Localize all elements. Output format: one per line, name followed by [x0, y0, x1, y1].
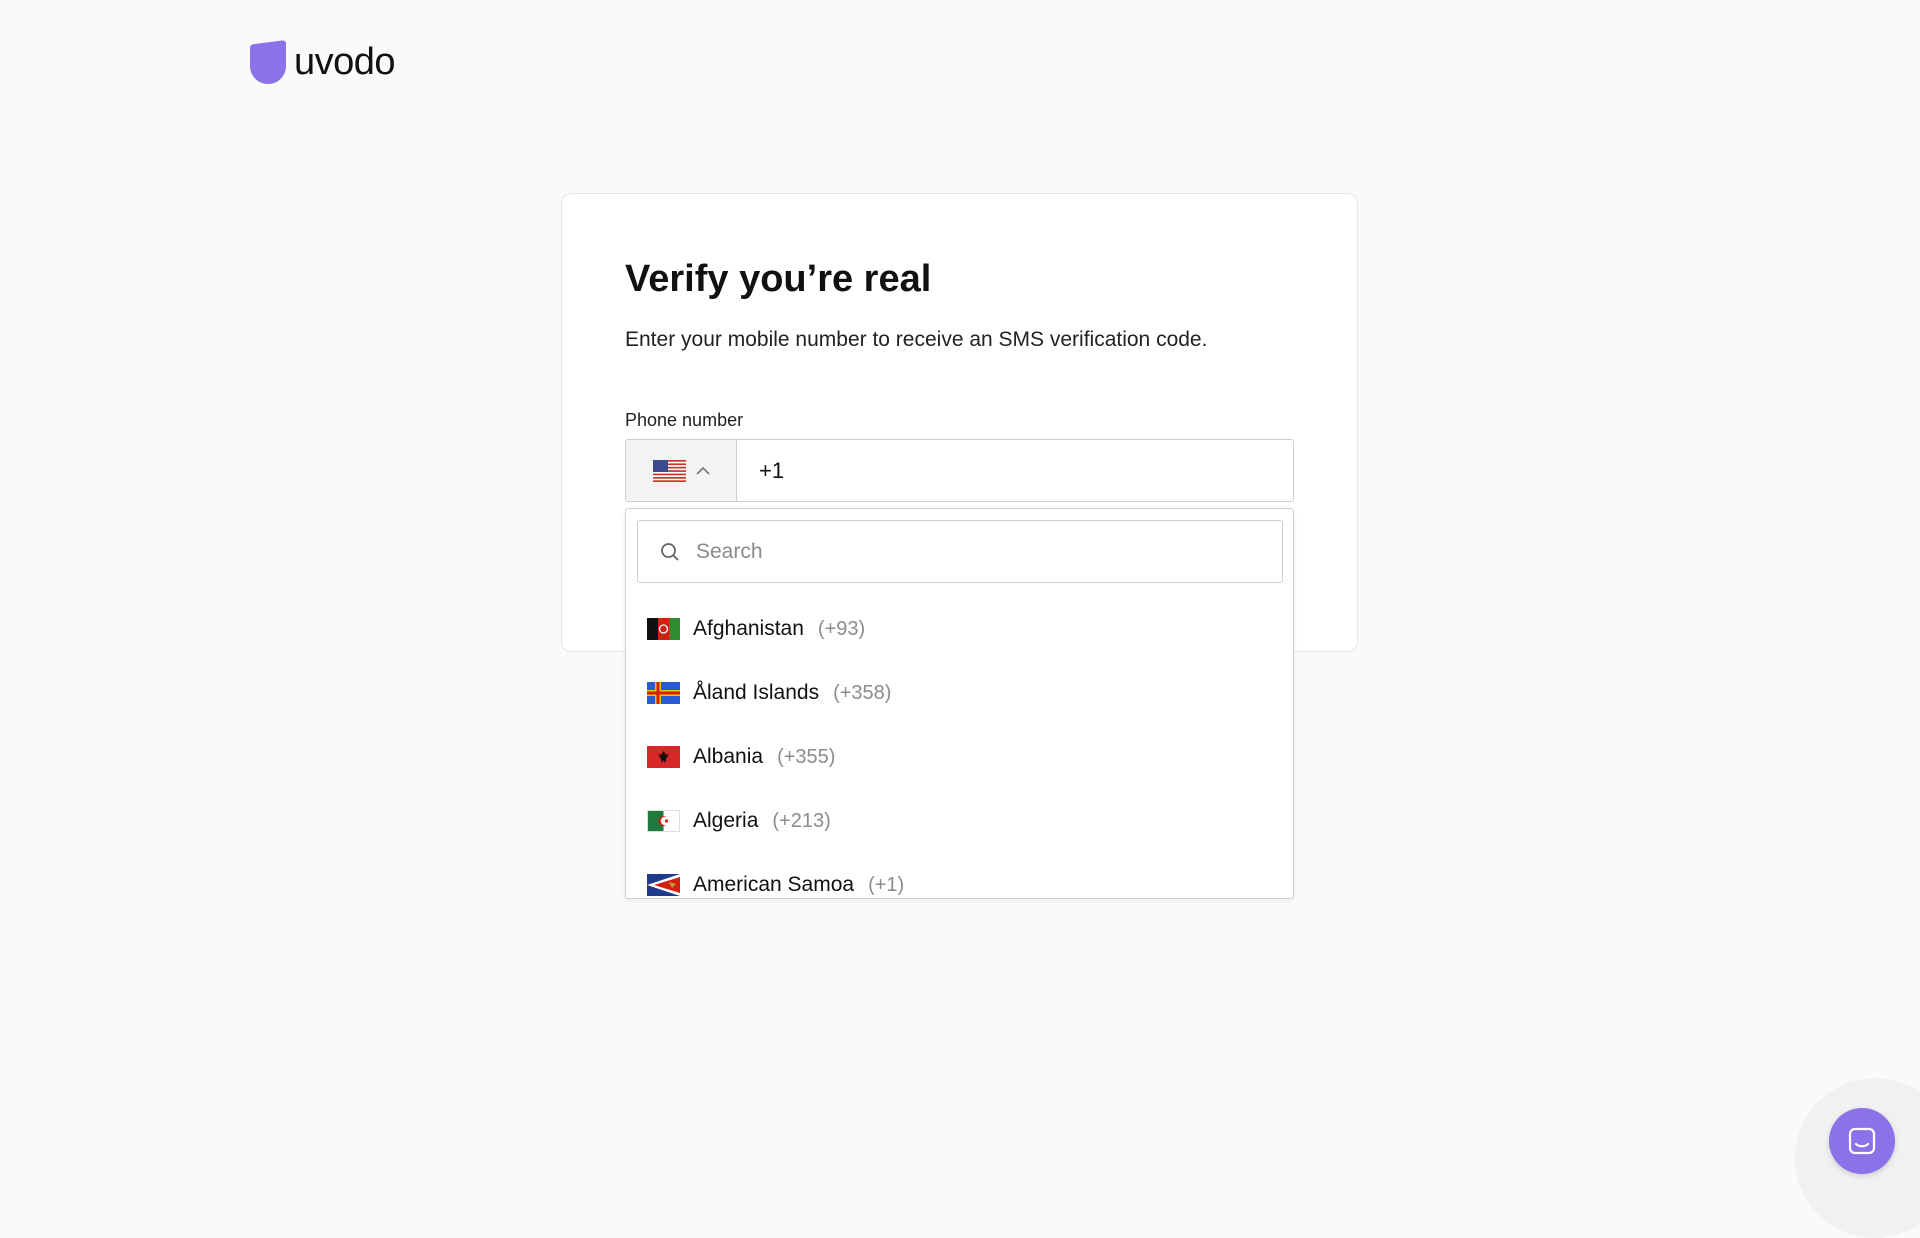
- american-samoa-flag-icon: [647, 874, 680, 896]
- us-flag-icon: [652, 459, 686, 482]
- country-search-input[interactable]: [694, 538, 1282, 565]
- chat-icon: [1848, 1127, 1876, 1155]
- country-dial-code: (+93): [817, 617, 866, 640]
- country-dial-code: (+1): [868, 873, 905, 896]
- chat-launcher-button[interactable]: [1829, 1108, 1895, 1174]
- afghanistan-flag-icon: [647, 618, 680, 640]
- country-code-select[interactable]: [626, 440, 737, 501]
- country-option-afghanistan[interactable]: Afghanistan (+93): [626, 597, 1293, 661]
- country-option-american-samoa[interactable]: American Samoa (+1): [626, 853, 1293, 898]
- page-title: Verify you’re real: [625, 258, 932, 300]
- brand-name: uvodo: [294, 40, 396, 83]
- country-search-box[interactable]: [637, 520, 1283, 583]
- country-list: Afghanistan (+93) Åland Islands (+358) A…: [626, 597, 1293, 898]
- country-name: Åland Islands: [693, 681, 820, 704]
- country-dial-code: (+355): [777, 745, 836, 768]
- phone-number-input[interactable]: [737, 440, 1293, 501]
- country-option-aland-islands[interactable]: Åland Islands (+358): [626, 661, 1293, 725]
- brand-logo[interactable]: uvodo: [250, 40, 396, 84]
- country-dial-code: (+358): [833, 681, 892, 704]
- country-name: American Samoa: [693, 873, 855, 896]
- country-dial-code: (+213): [772, 809, 831, 832]
- uvodo-logo-icon: [250, 40, 286, 84]
- country-option-algeria[interactable]: Algeria (+213): [626, 789, 1293, 853]
- country-name: Algeria: [693, 809, 759, 832]
- aland-islands-flag-icon: [647, 682, 680, 704]
- country-option-albania[interactable]: Albania (+355): [626, 725, 1293, 789]
- chevron-up-icon: [695, 466, 710, 475]
- page-subtitle: Enter your mobile number to receive an S…: [625, 328, 1208, 351]
- country-name: Albania: [693, 745, 764, 768]
- country-name: Afghanistan: [693, 617, 804, 640]
- albania-flag-icon: [647, 746, 680, 768]
- phone-number-label: Phone number: [625, 410, 744, 430]
- phone-field: [625, 439, 1294, 502]
- search-icon: [661, 542, 679, 561]
- algeria-flag-icon: [647, 810, 680, 832]
- country-dropdown: Afghanistan (+93) Åland Islands (+358) A…: [625, 508, 1294, 899]
